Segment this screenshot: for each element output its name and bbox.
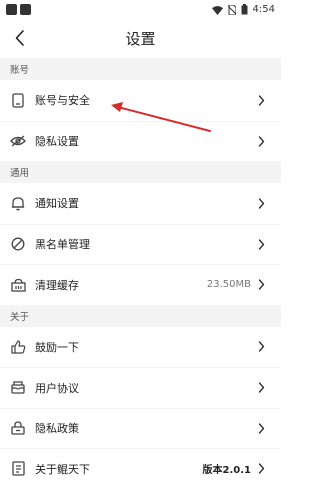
settings-item-label: 隐私设置 [35, 135, 79, 149]
no-sim-icon [227, 0, 237, 19]
phone-icon [10, 92, 26, 108]
back-button[interactable] [8, 26, 32, 50]
section-header-general: 通用 [0, 161, 281, 183]
battery-icon [241, 0, 248, 19]
bell-icon [10, 195, 26, 211]
settings-item-label: 隐私政策 [35, 422, 79, 436]
cache-size-value: 23.50MB [206, 279, 251, 291]
info-list-icon [10, 461, 26, 477]
settings-item-label: 黑名单管理 [35, 238, 90, 252]
settings-item-label: 账号与安全 [35, 94, 90, 108]
app-version-value: 版本2.0.1 [202, 465, 251, 477]
block-icon [10, 236, 26, 252]
cleaner-icon [10, 277, 26, 293]
top-nav-bar: 设置 [0, 18, 281, 58]
wifi-icon [211, 0, 223, 19]
section-header-account: 账号 [0, 58, 281, 80]
settings-item-label: 清理缓存 [35, 278, 79, 292]
page-title: 设置 [125, 29, 156, 48]
settings-item-privacy-policy[interactable]: 隐私政策 [0, 407, 281, 448]
thumbs-up-icon [10, 339, 26, 355]
settings-item-clear-cache[interactable]: 清理缓存 23.50MB [0, 264, 281, 305]
settings-item-blacklist[interactable]: 黑名单管理 [0, 223, 281, 264]
settings-item-about[interactable]: 关于鲲天下 版本2.0.1 [0, 448, 281, 489]
chevron-right-icon [255, 135, 267, 147]
chevron-right-icon [255, 279, 267, 291]
status-bar: 4:54 [0, 0, 281, 18]
chevron-right-icon [255, 197, 267, 209]
settings-item-account-security[interactable]: 账号与安全 [0, 80, 281, 121]
notification-icons [6, 3, 31, 15]
settings-item-privacy-settings[interactable]: 隐私设置 [0, 120, 281, 161]
settings-item-encourage[interactable]: 鼓励一下 [0, 326, 281, 367]
app-notification-icon [6, 3, 17, 15]
settings-item-label: 用户协议 [35, 381, 79, 395]
chevron-right-icon [255, 463, 267, 475]
settings-item-label: 鼓励一下 [35, 340, 79, 354]
settings-item-label: 通知设置 [35, 197, 79, 211]
chevron-right-icon [255, 422, 267, 434]
chevron-left-icon [15, 30, 24, 46]
settings-item-notification-settings[interactable]: 通知设置 [0, 183, 281, 224]
chevron-right-icon [255, 238, 267, 250]
app-notification-icon [20, 3, 31, 15]
mailbox-icon [10, 380, 26, 396]
chevron-right-icon [255, 341, 267, 353]
chevron-right-icon [255, 382, 267, 394]
lock-icon [10, 420, 26, 436]
chevron-right-icon [255, 94, 267, 106]
section-header-about: 关于 [0, 304, 281, 327]
settings-item-label: 关于鲲天下 [35, 462, 90, 476]
eye-off-icon [10, 133, 26, 149]
status-time: 4:54 [252, 3, 275, 15]
settings-item-user-agreement[interactable]: 用户协议 [0, 367, 281, 408]
